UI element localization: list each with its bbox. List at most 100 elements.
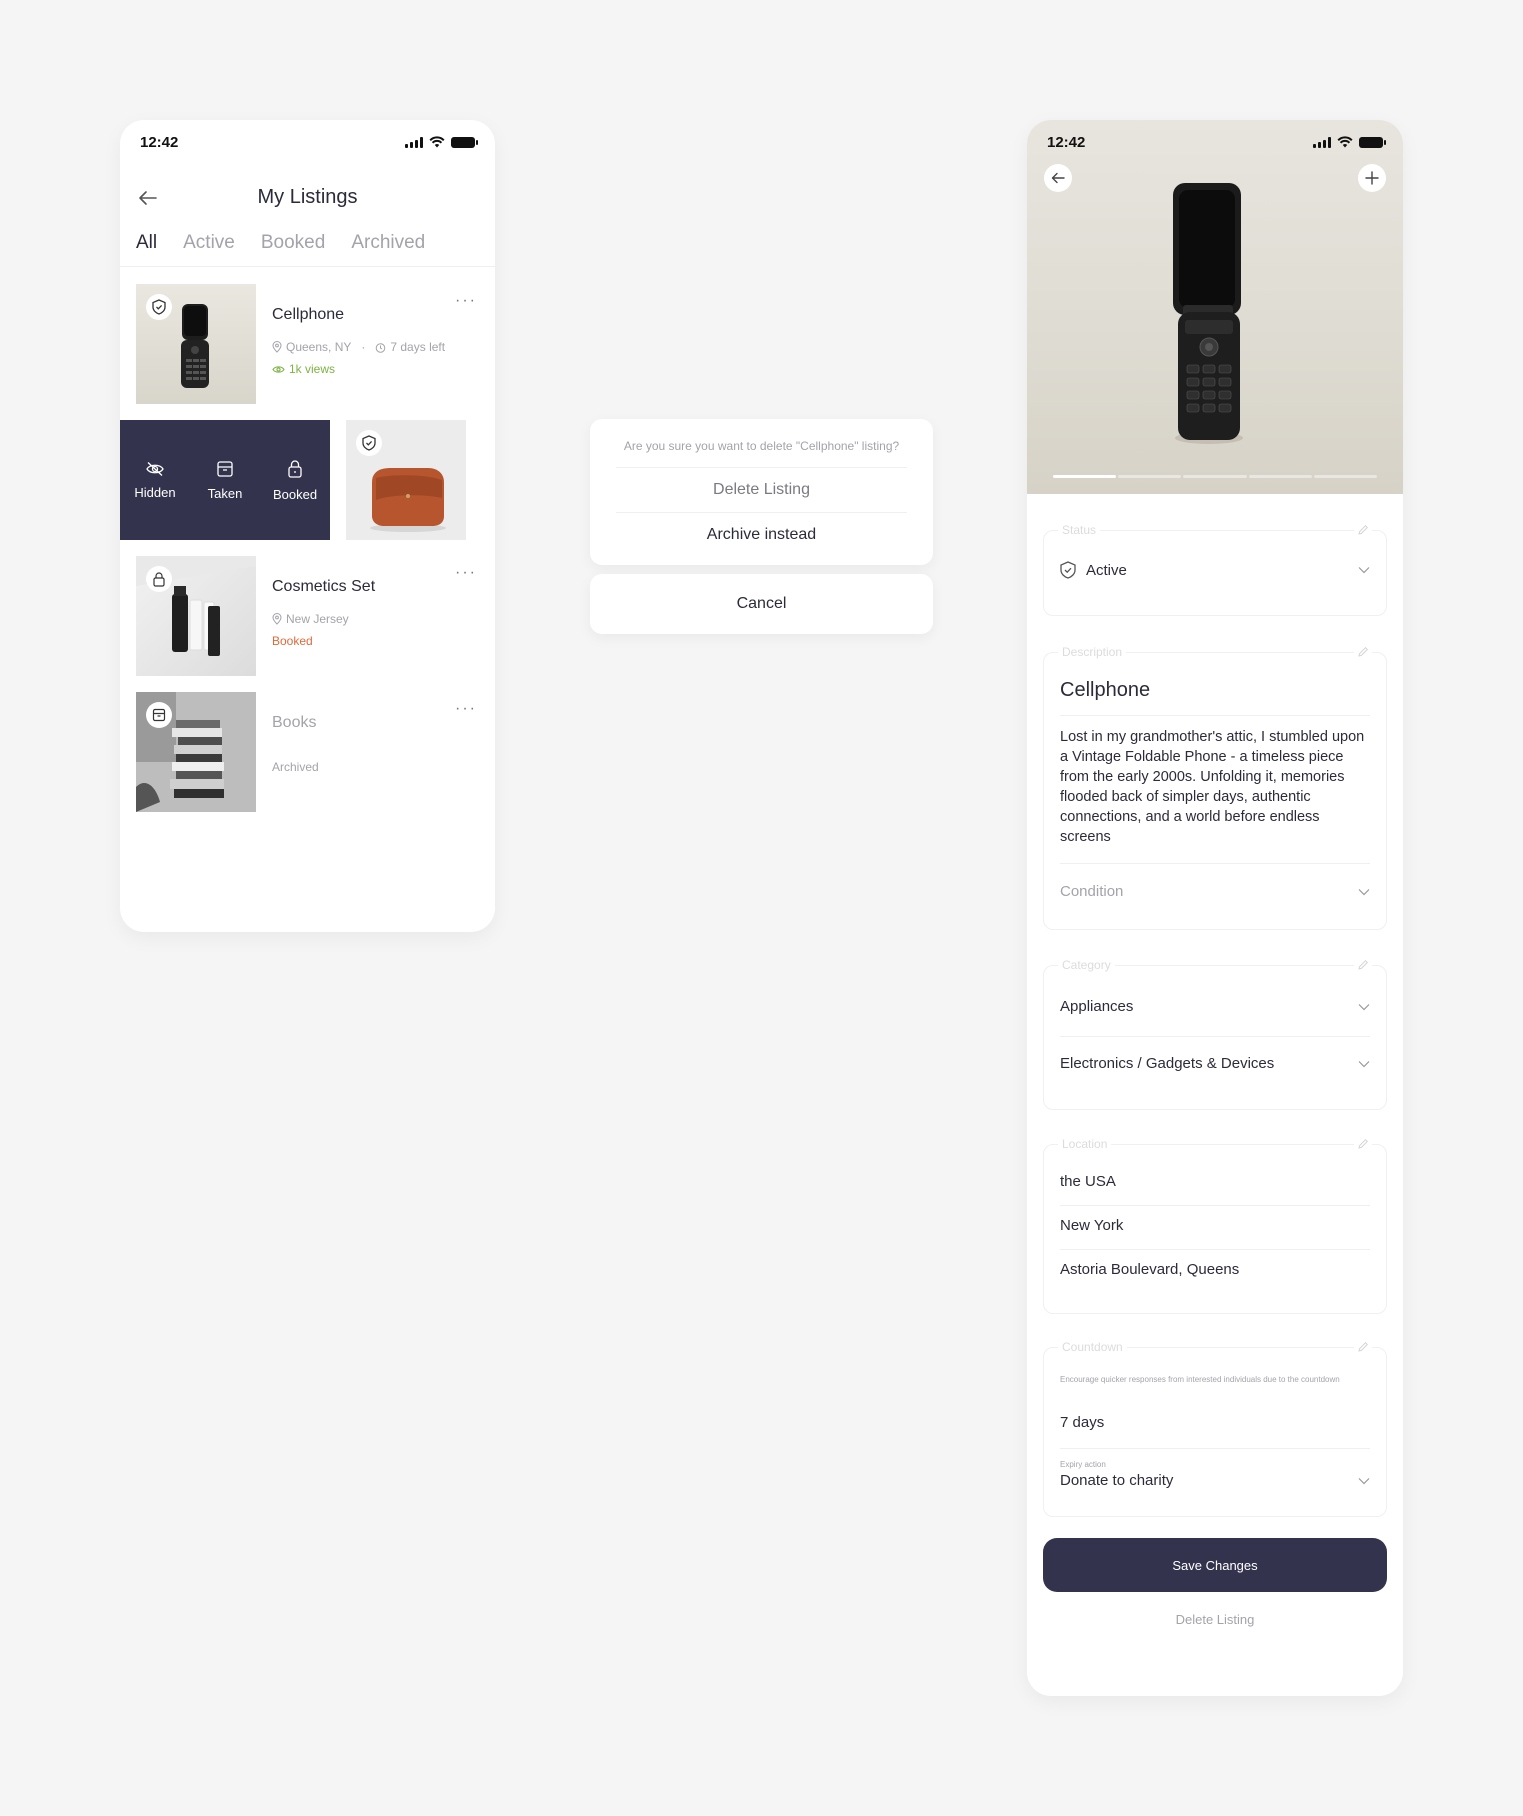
item-title: Cosmetics Set [272,578,376,595]
status-bar: 12:42 [120,120,495,164]
shield-icon [356,430,382,456]
category-select[interactable]: Appliances [1060,998,1370,1015]
city-field[interactable]: New York [1060,1217,1370,1234]
title-input[interactable]: Cellphone [1060,679,1370,702]
status-bar: 12:42 [1027,120,1403,164]
lock-icon [288,459,302,478]
address-value: Astoria Boulevard, Queens [1060,1261,1240,1278]
pencil-icon[interactable] [1354,1340,1372,1358]
lock-icon [146,566,172,592]
item-location: Queens, NY [286,340,352,354]
divider [1060,1448,1370,1449]
eye-off-icon [146,461,164,476]
delete-listing-button[interactable]: Delete Listing [590,481,933,499]
pencil-icon[interactable] [1354,523,1372,541]
countdown-legend: Countdown [1058,1340,1127,1354]
location-pin-icon [272,613,282,625]
item-title: Cellphone [272,306,345,323]
address-field[interactable]: Astoria Boulevard, Queens [1060,1261,1370,1278]
divider [1060,863,1370,864]
tab-booked[interactable]: Booked [261,232,325,254]
divider [1060,1205,1370,1206]
dialog-divider [616,512,907,513]
item-views: 1k views [272,362,335,376]
save-changes-button[interactable]: Save Changes [1043,1538,1387,1592]
item-countdown: 7 days left [390,340,446,354]
pencil-icon[interactable] [1354,1137,1372,1155]
back-button[interactable] [134,184,162,212]
battery-icon [451,136,478,148]
chevron-down-icon [1358,1477,1370,1484]
condition-placeholder: Condition [1060,883,1124,900]
my-listings-screen: 12:42 My Listings All Active Booked Arch… [120,120,495,932]
pencil-icon[interactable] [1354,958,1372,976]
more-options-button[interactable]: ··· [451,700,481,720]
list-item[interactable]: Books Archived ··· [136,692,481,812]
books-thumbnail [136,692,256,812]
description-section: Description Cellphone Lost in my grandmo… [1043,645,1387,930]
cosmetics-thumbnail [136,556,256,676]
item-meta: Queens, NY · 7 days left [272,340,445,354]
archive-box-icon [217,460,233,477]
pencil-icon[interactable] [1354,645,1372,663]
signal-icon [1313,136,1331,148]
bag-thumbnail[interactable] [346,420,466,540]
cancel-button[interactable]: Cancel [590,574,933,634]
listing-tabs: All Active Booked Archived [136,232,425,254]
status-time: 12:42 [1047,133,1086,151]
countdown-hint: Encourage quicker responses from interes… [1060,1375,1340,1384]
country-field[interactable]: the USA [1060,1173,1370,1190]
list-item[interactable]: Cellphone Queens, NY · 7 days left 1k vi… [136,284,481,404]
subcategory-select[interactable]: Electronics / Gadgets & Devices [1060,1055,1370,1072]
condition-select[interactable]: Condition [1060,883,1370,900]
dialog-question: Are you sure you want to delete "Cellpho… [623,439,900,453]
wifi-icon [1337,136,1353,148]
subcategory-value: Electronics / Gadgets & Devices [1060,1055,1275,1072]
taken-action-button[interactable]: Taken [190,420,260,540]
shield-icon [1060,561,1076,579]
booked-action-label: Booked [272,486,318,502]
countdown-field[interactable]: 7 days [1060,1414,1370,1431]
status-section: Status Active [1043,523,1387,616]
divider [1060,1036,1370,1037]
taken-action-label: Taken [207,485,243,501]
more-options-button[interactable]: ··· [451,564,481,584]
flip-phone-image [1173,183,1243,444]
arrow-left-icon [1051,172,1065,184]
item-status: Booked [272,634,313,648]
back-button[interactable] [1044,164,1072,192]
item-location: New Jersey [286,612,349,626]
status-legend: Status [1058,523,1101,537]
hidden-action-label: Hidden [134,484,176,500]
swipe-actions: Hidden Taken Booked [120,420,330,540]
expiry-label: Expiry action [1060,1460,1106,1469]
archive-icon [146,702,172,728]
delete-listing-link[interactable]: Delete Listing [1027,1612,1403,1627]
expiry-action-select[interactable]: Donate to charity [1060,1472,1370,1489]
more-options-button[interactable]: ··· [451,292,481,312]
countdown-value: 7 days [1060,1414,1105,1431]
status-select[interactable]: Active [1060,561,1370,579]
delete-confirm-dialog: Are you sure you want to delete "Cellpho… [590,419,933,565]
booked-action-button[interactable]: Booked [260,420,330,540]
status-time: 12:42 [140,133,179,151]
list-item[interactable]: Cosmetics Set New Jersey Booked ··· [136,556,481,676]
hidden-action-button[interactable]: Hidden [120,420,190,540]
timer-icon [376,342,386,353]
tab-all[interactable]: All [136,232,157,254]
dialog-divider [616,467,907,468]
battery-icon [1359,136,1386,148]
tab-active[interactable]: Active [183,232,235,254]
archive-instead-button[interactable]: Archive instead [590,526,933,544]
chevron-down-icon [1358,1060,1370,1067]
gallery-progress [1053,475,1378,478]
divider [1060,715,1370,716]
page-title: My Listings [257,185,358,208]
wifi-icon [429,136,445,148]
add-photo-button[interactable] [1358,164,1386,192]
description-textarea[interactable]: Lost in my grandmother's attic, I stumbl… [1060,727,1370,847]
category-value: Appliances [1060,998,1134,1015]
product-image-gallery[interactable] [1027,120,1403,494]
tab-archived[interactable]: Archived [351,232,425,254]
tabs-divider [120,266,495,267]
